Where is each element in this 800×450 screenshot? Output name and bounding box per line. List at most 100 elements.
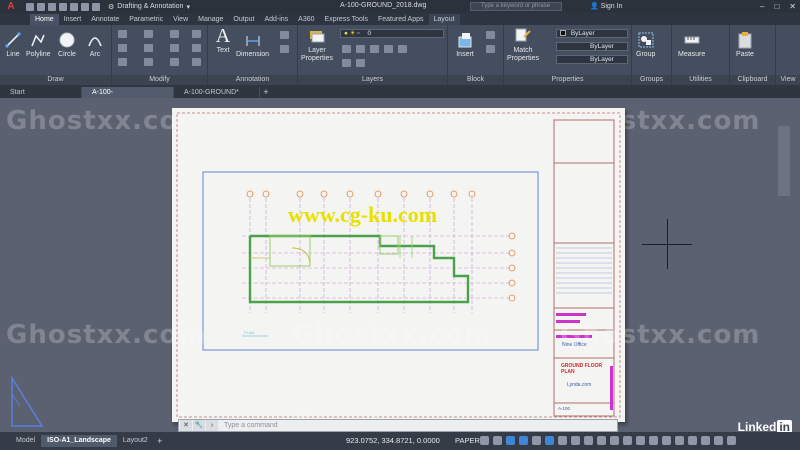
paste-button[interactable]: Paste bbox=[736, 31, 754, 58]
plot-icon[interactable] bbox=[70, 2, 78, 11]
match-properties-button[interactable]: Match Properties bbox=[506, 27, 540, 63]
save-icon[interactable] bbox=[48, 2, 56, 11]
color-dropdown[interactable]: ByLayer bbox=[556, 29, 628, 38]
leader-icon[interactable] bbox=[280, 31, 289, 39]
layout-tab-model[interactable]: Model bbox=[10, 435, 41, 447]
tab-add-ins[interactable]: Add-ins bbox=[259, 14, 293, 25]
tab-parametric[interactable]: Parametric bbox=[124, 14, 168, 25]
copy-icon[interactable] bbox=[118, 44, 127, 52]
maximize-icon[interactable]: □ bbox=[774, 2, 779, 11]
stretch-icon[interactable] bbox=[118, 58, 127, 66]
polyline-button[interactable]: Polyline bbox=[26, 31, 51, 58]
mirror-icon[interactable] bbox=[144, 44, 153, 52]
file-tab-active[interactable]: A-100-GROUND_2018* bbox=[82, 87, 174, 107]
add-layout-plus-icon[interactable]: + bbox=[154, 436, 166, 447]
lock-ui-icon[interactable] bbox=[675, 436, 684, 445]
clean-screen-icon[interactable] bbox=[714, 436, 723, 445]
quick-properties-icon[interactable] bbox=[662, 436, 671, 445]
annotation-monitor-icon[interactable] bbox=[636, 436, 645, 445]
layout-tab-layout2[interactable]: Layout2 bbox=[117, 435, 154, 447]
graphics-performance-icon[interactable] bbox=[701, 436, 710, 445]
file-tab-second[interactable]: A-100-GROUND* bbox=[174, 87, 260, 98]
group-button[interactable]: Group bbox=[636, 31, 655, 58]
make-current-icon[interactable] bbox=[342, 59, 351, 67]
rotate-icon[interactable] bbox=[144, 30, 153, 38]
customize-icon[interactable] bbox=[727, 436, 736, 445]
drawing-canvas[interactable]: Ghostxx.com Ghostxx.com Ghostxx.com bbox=[0, 98, 800, 440]
trim-icon[interactable] bbox=[170, 30, 179, 38]
new-icon[interactable] bbox=[26, 2, 34, 11]
command-line[interactable]: ✕ 🔧 › Type a command bbox=[178, 419, 618, 432]
insert-button[interactable]: Insert bbox=[456, 31, 474, 58]
layer-match-icon[interactable] bbox=[398, 45, 407, 53]
layer-freeze-icon[interactable] bbox=[356, 45, 365, 53]
snap-icon[interactable] bbox=[493, 436, 502, 445]
paper-space-toggle[interactable]: PAPER bbox=[455, 436, 480, 445]
otrack-icon[interactable] bbox=[558, 436, 567, 445]
line-button[interactable]: Line bbox=[4, 31, 22, 58]
lineweight-dropdown[interactable]: ByLayer bbox=[556, 55, 628, 64]
grid-icon[interactable] bbox=[480, 436, 489, 445]
workspace-switcher[interactable]: ⚙ Drafting & Annotation ▾ bbox=[108, 3, 190, 11]
chevron-up-icon[interactable]: › bbox=[206, 420, 218, 431]
tab-output[interactable]: Output bbox=[228, 14, 259, 25]
measure-button[interactable]: Measure bbox=[678, 31, 705, 58]
ortho-icon[interactable] bbox=[506, 436, 515, 445]
selection-cycling-icon[interactable] bbox=[597, 436, 606, 445]
autocad-logo[interactable]: A bbox=[0, 0, 22, 13]
wrench-icon[interactable]: 🔧 bbox=[193, 420, 205, 431]
tab-a360[interactable]: A360 bbox=[293, 14, 319, 25]
layer-lock-icon[interactable] bbox=[370, 45, 379, 53]
layer-off-icon[interactable] bbox=[342, 45, 351, 53]
circle-button[interactable]: Circle bbox=[58, 31, 76, 58]
tab-annotate[interactable]: Annotate bbox=[86, 14, 124, 25]
sign-in-button[interactable]: 👤 Sign In bbox=[590, 2, 622, 10]
create-block-icon[interactable] bbox=[486, 31, 495, 39]
polar-icon[interactable] bbox=[519, 436, 528, 445]
arc-button[interactable]: Arc bbox=[86, 31, 104, 58]
workspace-icon[interactable] bbox=[623, 436, 632, 445]
isodraft-icon[interactable] bbox=[532, 436, 541, 445]
annotation-scale-icon[interactable] bbox=[610, 436, 619, 445]
layer-isolate-icon[interactable] bbox=[384, 45, 393, 53]
redo-icon[interactable] bbox=[92, 2, 100, 11]
layout-tab-active[interactable]: ISO-A1_Landscape bbox=[41, 435, 117, 447]
tab-layout[interactable]: Layout bbox=[428, 14, 460, 25]
scale-icon[interactable] bbox=[144, 58, 153, 66]
search-input[interactable]: Type a keyword or phrase bbox=[470, 2, 562, 11]
save-as-icon[interactable] bbox=[59, 2, 67, 11]
dimension-button[interactable]: Dimension bbox=[236, 31, 269, 58]
units-icon[interactable] bbox=[649, 436, 658, 445]
open-icon[interactable] bbox=[37, 2, 45, 11]
tab-manage[interactable]: Manage bbox=[193, 14, 228, 25]
close-icon[interactable]: ✕ bbox=[180, 420, 192, 431]
tab-express-tools[interactable]: Express Tools bbox=[320, 14, 373, 25]
tab-featured-apps[interactable]: Featured Apps bbox=[373, 14, 429, 25]
undo-icon[interactable] bbox=[81, 2, 89, 11]
explode-icon[interactable] bbox=[192, 44, 201, 52]
layer-dropdown[interactable]: ● ☀ ▫ 0 bbox=[340, 29, 444, 38]
navigation-bar[interactable] bbox=[778, 126, 790, 196]
layer-previous-icon[interactable] bbox=[356, 59, 365, 67]
array-icon[interactable] bbox=[170, 58, 179, 66]
tab-view[interactable]: View bbox=[168, 14, 193, 25]
view-panel-title[interactable]: View bbox=[776, 75, 800, 85]
layer-properties-button[interactable]: Layer Properties bbox=[300, 27, 334, 63]
transparency-icon[interactable] bbox=[584, 436, 593, 445]
osnap-icon[interactable] bbox=[545, 436, 554, 445]
tab-insert[interactable]: Insert bbox=[59, 14, 87, 25]
offset-icon[interactable] bbox=[192, 58, 201, 66]
minimize-icon[interactable]: – bbox=[760, 2, 764, 11]
move-icon[interactable] bbox=[118, 30, 127, 38]
linetype-dropdown[interactable]: ByLayer bbox=[556, 42, 628, 51]
isolate-objects-icon[interactable] bbox=[688, 436, 697, 445]
lineweight-icon[interactable] bbox=[571, 436, 580, 445]
fillet-icon[interactable] bbox=[170, 44, 179, 52]
file-tab-start[interactable]: Start bbox=[0, 87, 82, 98]
close-icon[interactable]: ✕ bbox=[789, 2, 796, 11]
edit-block-icon[interactable] bbox=[486, 45, 495, 53]
command-input[interactable]: Type a command bbox=[224, 422, 278, 429]
text-button[interactable]: A Text bbox=[214, 25, 232, 55]
erase-icon[interactable] bbox=[192, 30, 201, 38]
table-icon[interactable] bbox=[280, 45, 289, 53]
